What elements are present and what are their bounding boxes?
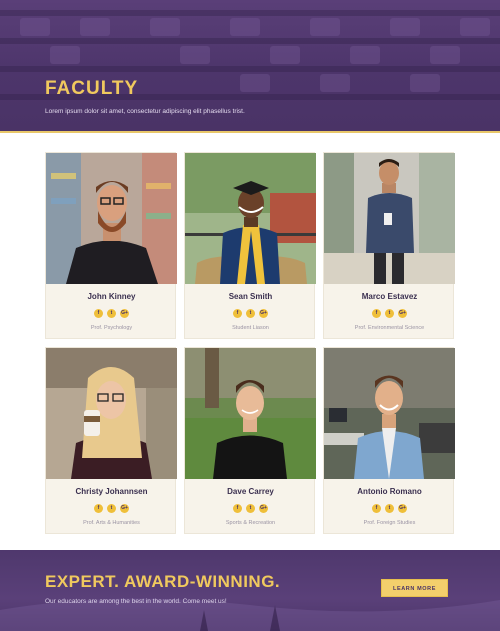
- faculty-card[interactable]: Marco Estavez f t G+ Prof. Environmental…: [323, 152, 455, 339]
- twitter-icon[interactable]: t: [246, 309, 255, 318]
- faculty-role: Prof. Foreign Studies: [363, 520, 416, 526]
- faculty-card[interactable]: Christy Johannsen f t G+ Prof. Arts & Hu…: [45, 347, 177, 534]
- learn-more-button[interactable]: LEARN MORE: [381, 579, 448, 597]
- faculty-role: Sports & Recreation: [225, 520, 276, 526]
- faculty-name: Dave Carrey: [227, 487, 274, 496]
- facebook-icon[interactable]: f: [94, 504, 103, 513]
- faculty-card[interactable]: John Kinney f t G+ Prof. Psychology: [45, 152, 177, 339]
- faculty-name: Christy Johannsen: [75, 487, 148, 496]
- faculty-name: Marco Estavez: [361, 292, 418, 301]
- google-plus-icon[interactable]: G+: [259, 309, 268, 318]
- faculty-name: Sean Smith: [228, 292, 273, 301]
- google-plus-icon[interactable]: G+: [259, 504, 268, 513]
- faculty-photo: [185, 153, 316, 284]
- social-links: f t G+: [46, 504, 177, 513]
- faculty-card[interactable]: Sean Smith f t G+ Student Liason: [184, 152, 316, 339]
- faculty-photo: [46, 348, 177, 479]
- faculty-photo: [185, 348, 316, 479]
- facebook-icon[interactable]: f: [233, 309, 242, 318]
- faculty-photo: [324, 348, 455, 479]
- cta-title: EXPERT. AWARD-WINNING.: [45, 572, 281, 591]
- faculty-photo: [46, 153, 177, 284]
- faculty-name: John Kinney: [87, 292, 136, 301]
- faculty-photo: [324, 153, 455, 284]
- google-plus-icon[interactable]: G+: [398, 504, 407, 513]
- social-links: f t G+: [324, 309, 455, 318]
- social-links: f t G+: [185, 504, 316, 513]
- google-plus-icon[interactable]: G+: [398, 309, 407, 318]
- twitter-icon[interactable]: t: [246, 504, 255, 513]
- facebook-icon[interactable]: f: [94, 309, 103, 318]
- facebook-icon[interactable]: f: [372, 504, 381, 513]
- social-links: f t G+: [324, 504, 455, 513]
- social-links: f t G+: [185, 309, 316, 318]
- twitter-icon[interactable]: t: [385, 309, 394, 318]
- twitter-icon[interactable]: t: [385, 504, 394, 513]
- faculty-role: Student Liason: [232, 325, 269, 331]
- facebook-icon[interactable]: f: [233, 504, 242, 513]
- faculty-role: Prof. Arts & Humanities: [83, 520, 140, 526]
- faculty-role: Prof. Environmental Science: [354, 325, 425, 331]
- faculty-card[interactable]: Antonio Romano f t G+ Prof. Foreign Stud…: [323, 347, 455, 534]
- google-plus-icon[interactable]: G+: [120, 504, 129, 513]
- twitter-icon[interactable]: t: [107, 309, 116, 318]
- social-links: f t G+: [46, 309, 177, 318]
- cta-subtitle: Our educators are among the best in the …: [45, 598, 227, 605]
- facebook-icon[interactable]: f: [372, 309, 381, 318]
- hero-subtitle: Lorem ipsum dolor sit amet, consectetur …: [45, 108, 245, 115]
- page-title: FACULTY: [45, 78, 139, 99]
- faculty-name: Antonio Romano: [357, 487, 422, 496]
- hero-divider: [0, 131, 500, 133]
- faculty-card[interactable]: Dave Carrey f t G+ Sports & Recreation: [184, 347, 316, 534]
- faculty-role: Prof. Psychology: [90, 325, 133, 331]
- twitter-icon[interactable]: t: [107, 504, 116, 513]
- google-plus-icon[interactable]: G+: [120, 309, 129, 318]
